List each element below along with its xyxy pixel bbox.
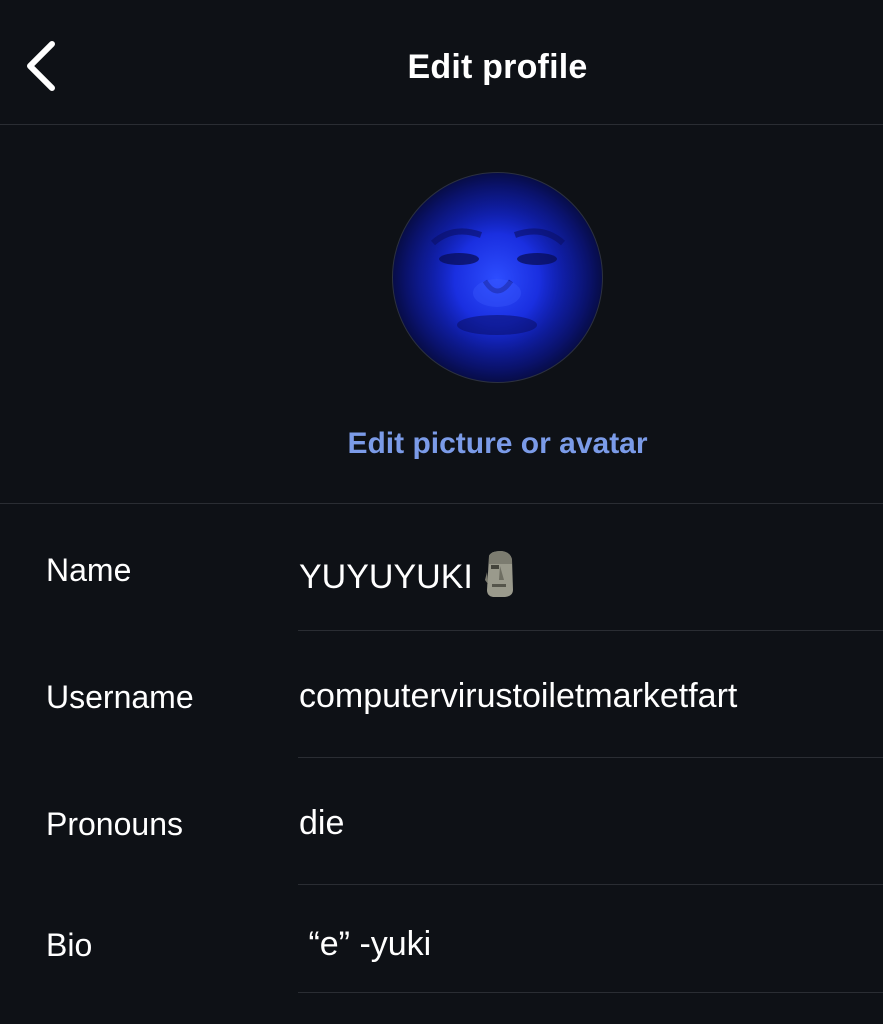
avatar[interactable] xyxy=(392,172,603,383)
page-title: Edit profile xyxy=(407,48,588,86)
name-row[interactable]: Name YUYUYUKI xyxy=(0,504,883,631)
bio-label: Bio xyxy=(46,927,93,963)
header-bar: Edit profile xyxy=(0,0,883,125)
bio-field[interactable]: “e” -yuki xyxy=(299,925,431,964)
username-label: Username xyxy=(46,679,194,715)
moai-icon xyxy=(484,551,513,597)
divider xyxy=(298,992,883,993)
username-field[interactable]: computervirustoiletmarketfart xyxy=(299,677,737,716)
pronouns-row[interactable]: Pronouns die xyxy=(0,758,883,885)
avatar-section: Edit picture or avatar xyxy=(0,125,883,504)
pronouns-label: Pronouns xyxy=(46,806,183,842)
name-value: YUYUYUKI xyxy=(299,558,473,596)
bio-row[interactable]: Bio “e” -yuki xyxy=(0,885,883,993)
avatar-face-image xyxy=(411,191,583,375)
name-label: Name xyxy=(46,552,132,588)
username-row[interactable]: Username computervirustoiletmarketfart xyxy=(0,631,883,758)
edit-picture-link[interactable]: Edit picture or avatar xyxy=(0,427,883,461)
edit-profile-screen: Edit profile Edit picture or avatar Name… xyxy=(0,0,883,1024)
pronouns-field[interactable]: die xyxy=(299,804,344,843)
name-field[interactable]: YUYUYUKI xyxy=(299,550,517,598)
profile-fields: Name YUYUYUKI Username computervirustoil… xyxy=(0,504,883,993)
